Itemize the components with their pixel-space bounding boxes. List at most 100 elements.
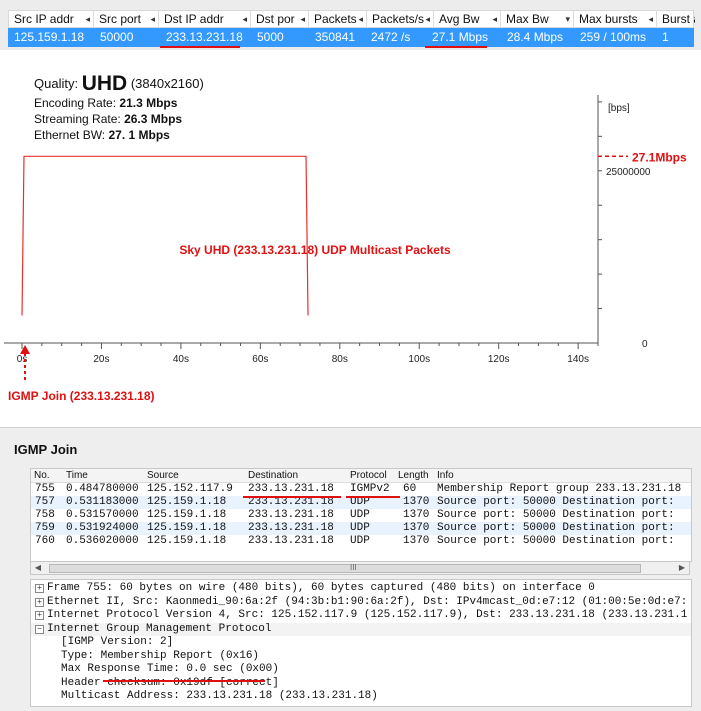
cell-burst-a: 1 [662,30,669,44]
packet-cell: 759 [35,522,55,534]
detail-text: Frame 755: 60 bytes on wire (480 bits), … [47,582,595,594]
x-tick-label: 100s [408,354,430,365]
y-tick-label: 25000000 [606,167,651,178]
sort-left-icon: ◂ [425,14,430,24]
packet-cell: 1370 [403,509,430,521]
y-axis-label: [bps] [608,103,630,114]
sort-left-icon: ◂ [300,14,305,24]
hdr-time[interactable]: Time [66,470,88,481]
hdr-no[interactable]: No. [34,470,50,481]
packet-list-header: No. Time Source Destination Protocol Len… [31,469,691,483]
x-tick-label: 60s [252,354,268,365]
packet-cell: 125.159.1.18 [147,535,227,547]
sort-left-icon: ◂ [150,14,155,24]
cell-packets: 350841 [315,30,356,44]
packet-cell: 233.13.231.18 [248,509,334,521]
collapse-icon[interactable]: − [35,624,44,634]
col-packets-per-sec[interactable]: Packets/s ◂ [367,11,434,28]
table-row[interactable]: 755 0.484780000 125.152.117.9 233.13.231.18… [31,483,691,496]
col-src-ip[interactable]: Src IP addr ◂ [9,11,94,28]
hdr-info[interactable]: Info [437,470,454,481]
detail-tree-node[interactable]: + Ethernet II, Src: Kaonmedi_90:6a:2f (94… [31,596,691,609]
expand-icon[interactable]: + [35,597,44,607]
packet-cell: UDP [350,509,370,521]
col-max-bw[interactable]: Max Bw ▾ [501,11,574,28]
col-packets[interactable]: Packets ◂ [309,11,367,28]
detail-tree-node[interactable]: + Internet Protocol Version 4, Src: 125.1… [31,609,691,622]
col-dst-port[interactable]: Dst por ◂ [251,11,309,28]
cell-dst-ip: 233.13.231.18 [166,30,243,44]
bandwidth-series-line [21,155,309,316]
packet-cell: 125.159.1.18 [147,522,227,534]
table-row[interactable]: 758 0.531570000 125.159.1.18 233.13.231.18 U… [31,509,691,522]
detail-tree-field[interactable]: Header checksum: 0x19df [correct] [31,677,691,690]
expand-icon[interactable]: + [35,611,44,620]
packet-cell: 0.484780000 [66,483,139,495]
col-max-bursts[interactable]: Max bursts ◂ [574,11,657,28]
detail-text: Type: Membership Report (0x16) [61,649,260,662]
detail-text: Internet Protocol Version 4, Src: 125.15… [47,609,688,621]
detail-tree-field[interactable]: Type: Membership Report (0x16) [31,650,691,663]
table-row[interactable]: 759 0.531924000 125.159.1.18 233.13.231.18 U… [31,522,691,535]
selected-table-row[interactable]: 125.159.1.18 50000 233.13.231.18 5000 35… [8,28,694,47]
table-row[interactable]: 760 0.536020000 125.159.1.18 233.13.231.18 U… [31,535,691,548]
packet-cell: Membership Report group 233.13.231.18 [437,483,682,495]
detail-tree-field[interactable]: Max Response Time: 0.0 sec (0x00) [31,663,691,676]
col-src-port[interactable]: Src port ◂ [94,11,159,28]
sort-left-icon: ◂ [85,14,90,24]
igmp-join-panel: IGMP Join No. Time Source Destination Pr… [0,427,701,711]
packet-cell: 1370 [403,522,430,534]
scroll-right-icon[interactable]: ▶ [675,562,689,574]
io-graph-panel: Quality: UHD (3840x2160) Encoding Rate: … [0,65,701,410]
detail-tree-field[interactable]: Multicast Address: 233.13.231.18 (233.13… [31,690,691,703]
detail-tree-node[interactable]: − Internet Group Management Protocol [31,622,691,636]
hdr-destination[interactable]: Destination [248,470,298,481]
packet-cell: UDP [350,535,370,547]
y-zero-label: 0 [642,339,648,350]
detail-tree-field[interactable]: [IGMP Version: 2] [31,636,691,649]
packet-cell: Source port: 50000 Destination port: [437,496,675,508]
cell-src-port: 50000 [100,30,134,44]
hdr-length[interactable]: Length [398,470,429,481]
packet-cell: 125.159.1.18 [147,496,227,508]
hdr-source[interactable]: Source [147,470,179,481]
col-avg-bw[interactable]: Avg Bw ◂ [434,11,501,28]
igmp-title: IGMP Join [14,442,78,457]
packet-cell: 1370 [403,496,430,508]
packet-cell: Source port: 50000 Destination port: [437,535,675,547]
cell-packets-per-sec: 2472 /s [371,30,411,44]
sort-down-icon: ▾ [565,14,570,24]
packet-cell: 233.13.231.18 [248,483,334,495]
scroll-left-icon[interactable]: ◀ [31,562,45,574]
cell-src-ip: 125.159.1.18 [14,30,85,44]
packet-details-tree[interactable]: + Frame 755: 60 bytes on wire (480 bits),… [30,579,692,707]
packet-list[interactable]: No. Time Source Destination Protocol Len… [30,468,692,562]
hdr-protocol[interactable]: Protocol [350,470,387,481]
cell-max-bw: 28.4 Mbps [507,30,564,44]
packet-cell: 758 [35,509,55,521]
packet-cell: 755 [35,483,55,495]
avg-bw-underline [425,46,487,48]
destination-underline [243,496,341,498]
horizontal-scrollbar[interactable]: ◀ III ▶ [30,561,690,575]
packet-cell: 233.13.231.18 [248,535,334,547]
detail-text: Ethernet II, Src: Kaonmedi_90:6a:2f (94:… [47,595,688,608]
packet-cell: 0.536020000 [66,535,139,547]
col-dst-ip[interactable]: Dst IP addr ◂ [159,11,251,28]
col-burst-a[interactable]: Burst a [657,11,695,28]
dst-ip-underline [160,46,240,48]
x-tick-label: 40s [173,354,189,365]
packet-cell: UDP [350,522,370,534]
expand-icon[interactable]: + [35,584,44,593]
protocol-underline [346,496,400,498]
detail-tree-node[interactable]: + Frame 755: 60 bytes on wire (480 bits),… [31,582,691,595]
sort-left-icon: ◂ [492,14,497,24]
detail-text: Header checksum: 0x19df [correct] [61,676,279,689]
detail-text: Multicast Address: 233.13.231.18 (233.13… [61,690,378,702]
packet-cell: Source port: 50000 Destination port: [437,509,675,521]
packet-cell: 125.152.117.9 [147,483,233,495]
bandwidth-chart: 0s 20s 40s 60s 80s 100s 120s 140s[bps]250000000… [4,95,687,403]
scroll-thumb[interactable]: III [49,563,641,573]
packet-cell: 60 [403,483,417,495]
packet-cell: 760 [35,535,55,547]
